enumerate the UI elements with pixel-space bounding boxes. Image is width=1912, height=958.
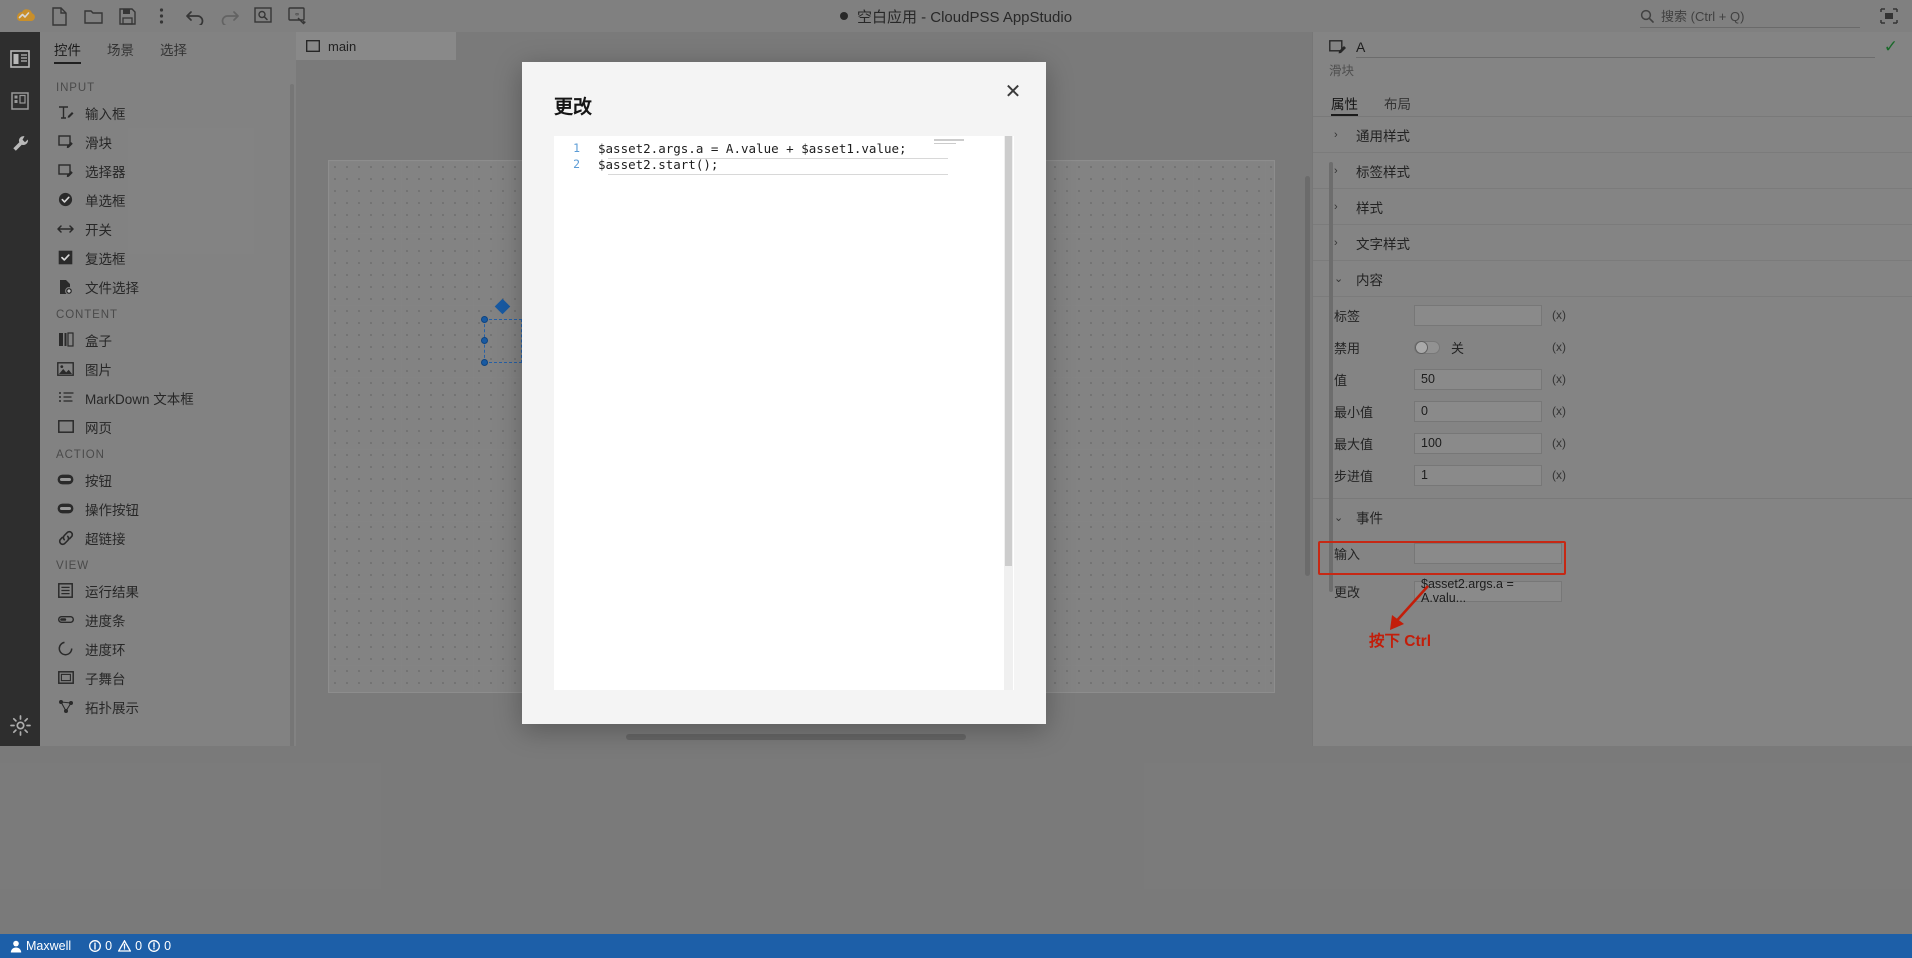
status-error-count: 0 bbox=[164, 939, 172, 953]
dialog-title: 更改 bbox=[554, 97, 593, 118]
change-script-dialog: 更改 ✕ 1 $asset2.args.a = A.value + $asset… bbox=[522, 62, 1046, 724]
code-editor[interactable]: 1 $asset2.args.a = A.value + $asset1.val… bbox=[554, 136, 1014, 690]
status-user-name: Maxwell bbox=[26, 939, 72, 953]
editor-scrollbar[interactable] bbox=[1004, 136, 1013, 690]
status-bar: Maxwell 0 0 0 bbox=[0, 934, 1912, 958]
editor-minimap[interactable] bbox=[934, 139, 968, 149]
status-warning-count: 0 bbox=[135, 939, 143, 953]
status-user[interactable]: Maxwell bbox=[10, 939, 71, 953]
line-number: 2 bbox=[573, 157, 580, 171]
status-info-count: 0 bbox=[105, 939, 113, 953]
status-counters: 0 0 0 bbox=[89, 939, 171, 953]
user-icon bbox=[10, 940, 22, 952]
status-info[interactable]: 0 bbox=[89, 939, 112, 953]
close-icon[interactable]: ✕ bbox=[998, 76, 1028, 106]
line-text: $asset2.args.a = A.value + $asset1.value… bbox=[598, 140, 907, 156]
status-warning[interactable]: 0 bbox=[118, 939, 142, 953]
warning-icon bbox=[118, 940, 132, 952]
error-icon bbox=[148, 940, 161, 952]
info-icon bbox=[89, 940, 102, 952]
status-error[interactable]: 0 bbox=[148, 939, 171, 953]
line-number: 1 bbox=[573, 141, 580, 155]
app-window: ∞ 空白应用 - CloudPSS AppStudio 搜索 (Ctrl + Q… bbox=[0, 0, 1912, 958]
